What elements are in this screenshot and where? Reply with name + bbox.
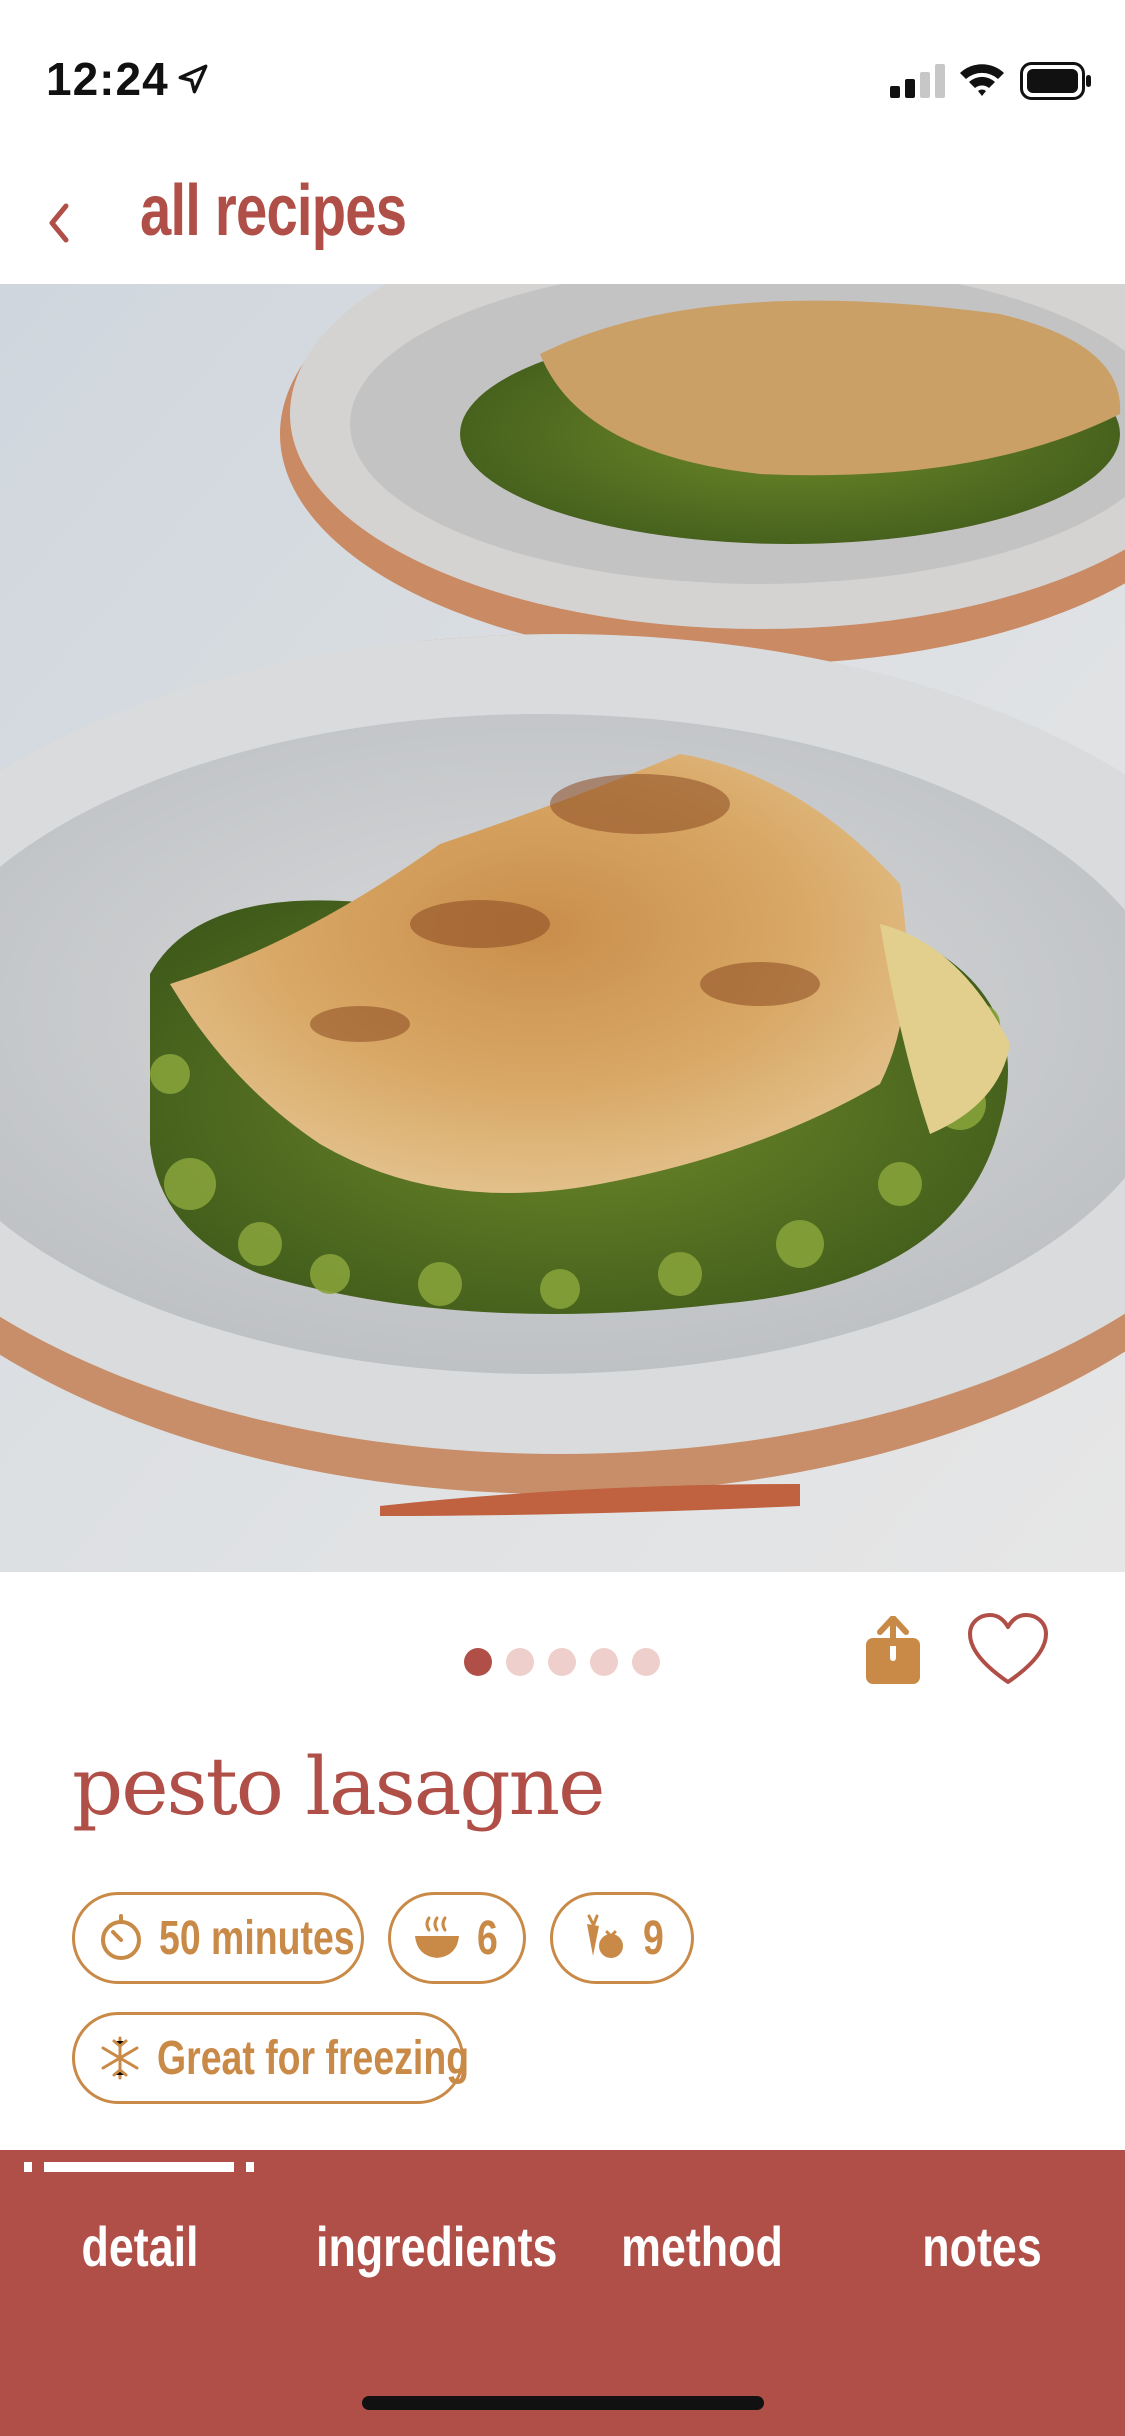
status-time: 12:24: [46, 53, 169, 105]
home-indicator[interactable]: [362, 2396, 764, 2410]
timer-icon: [101, 1914, 141, 1960]
tab-ingredients[interactable]: ingredients: [316, 2214, 557, 2279]
share-icon[interactable]: [866, 1616, 920, 1684]
carousel-dot[interactable]: [464, 1648, 492, 1676]
servings-pill: 6: [388, 1892, 526, 1984]
tab-bar: detail ingredients method notes: [0, 2150, 1125, 2436]
freezer-label: Great for freezing: [157, 2031, 470, 2085]
carousel-dot[interactable]: [590, 1648, 618, 1676]
servings-count: 6: [477, 1911, 498, 1965]
veg-count: 9: [643, 1911, 664, 1965]
veg-pill: 9: [550, 1892, 694, 1984]
carousel-dot[interactable]: [506, 1648, 534, 1676]
freezer-pill: Great for freezing: [72, 2012, 469, 2104]
carousel-dot[interactable]: [632, 1648, 660, 1676]
recipe-title: pesto lasagne: [72, 1740, 605, 1833]
carrot-tomato-icon: [587, 1914, 623, 1958]
recipe-photo[interactable]: [0, 284, 1125, 1572]
carousel-dot[interactable]: [548, 1648, 576, 1676]
back-link-all-recipes[interactable]: all recipes: [140, 170, 407, 252]
cellular-signal-icon: [890, 64, 945, 98]
active-tab-indicator: [24, 2162, 254, 2172]
nav-bar: all recipes: [0, 160, 1125, 284]
tab-notes[interactable]: notes: [878, 2214, 1086, 2279]
lasagne-illustration: [0, 284, 1125, 1572]
snowflake-icon: [101, 2036, 139, 2080]
time-label: 50 minutes: [159, 1911, 355, 1965]
location-arrow-icon: [178, 64, 208, 94]
status-bar: 12:24: [0, 0, 1125, 160]
chevron-left-icon[interactable]: [44, 198, 74, 248]
heart-icon[interactable]: [966, 1612, 1050, 1688]
wifi-icon: [960, 64, 1004, 96]
carousel-dots[interactable]: [464, 1648, 660, 1676]
bowl-icon: [415, 1916, 459, 1958]
tab-method[interactable]: method: [598, 2214, 806, 2279]
time-pill: 50 minutes: [72, 1892, 364, 1984]
battery-icon: [1020, 62, 1091, 100]
tab-detail[interactable]: detail: [36, 2214, 244, 2279]
